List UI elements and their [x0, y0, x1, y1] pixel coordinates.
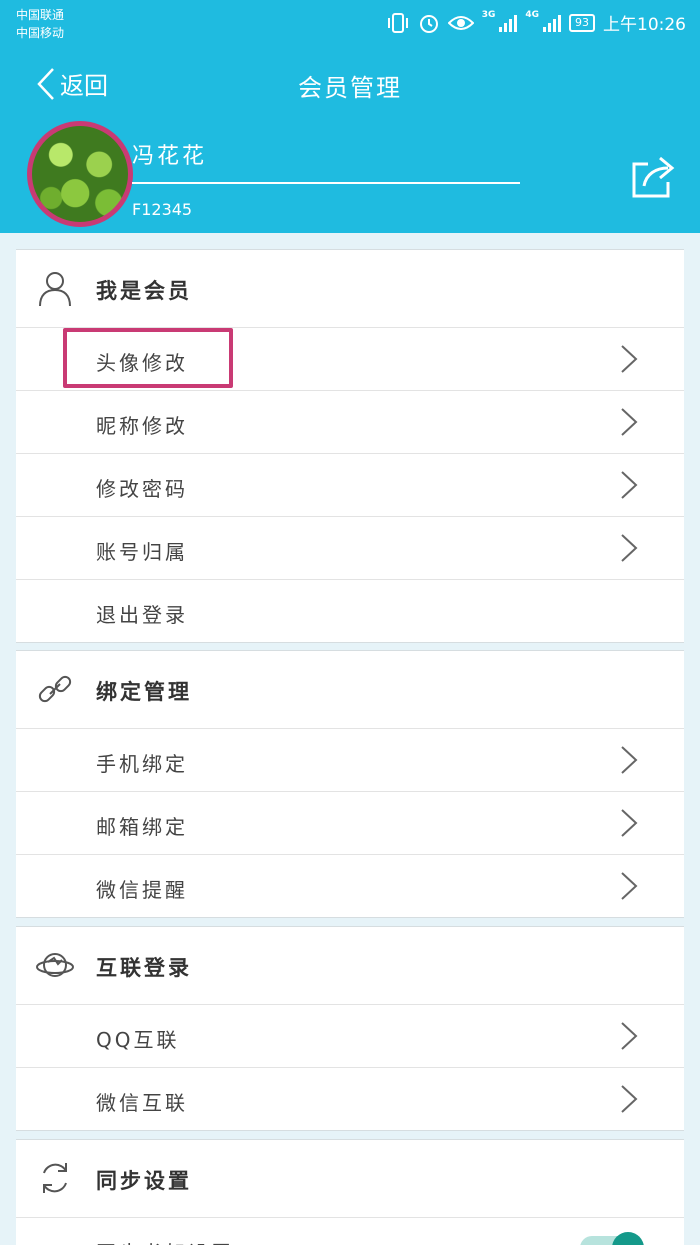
username-underline: [132, 182, 520, 184]
section-sync-header: 同步设置: [16, 1140, 684, 1218]
list-item-label: 手机绑定: [96, 752, 188, 776]
carrier-2: 中国移动: [16, 26, 65, 40]
list-item-avatar-edit[interactable]: 头像修改: [16, 328, 684, 391]
list-item-label: 昵称修改: [96, 414, 188, 438]
section-member-header: 我是会员: [16, 250, 684, 328]
list-item-nickname-edit[interactable]: 昵称修改: [16, 391, 684, 454]
planet-icon: [36, 953, 74, 977]
sync-toggle[interactable]: [578, 1228, 650, 1245]
sync-icon: [43, 1163, 67, 1193]
section-interconnect-header: 互联登录: [16, 927, 684, 1005]
list-item-account-ownership[interactable]: 账号归属: [16, 517, 684, 580]
chevron-right-icon: [621, 872, 638, 900]
list-item-label: 修改密码: [96, 477, 188, 501]
section-sync: 同步设置 同步书架设置: [16, 1139, 684, 1245]
vibrate-icon: [387, 12, 408, 33]
status-icons: 3G 4G 93 上午10:26: [386, 10, 686, 35]
list-item-sync-bookshelf[interactable]: 同步书架设置: [16, 1218, 684, 1245]
list-item-wechat-connect[interactable]: 微信互联: [16, 1068, 684, 1130]
list-item-logout[interactable]: 退出登录: [16, 580, 684, 642]
battery-indicator: 93: [569, 13, 595, 32]
share-icon[interactable]: [628, 152, 676, 200]
link-icon: [38, 675, 72, 703]
network-type-1: 3G: [481, 10, 496, 20]
chevron-right-icon: [621, 345, 638, 373]
list-item-qq-connect[interactable]: QQ互联: [16, 1005, 684, 1068]
chevron-right-icon: [621, 746, 638, 774]
chevron-right-icon: [621, 809, 638, 837]
user-id: F12345: [132, 200, 193, 219]
carrier-1: 中国联通: [16, 8, 65, 22]
list-item-label: 微信提醒: [96, 878, 188, 902]
chevron-right-icon: [621, 1085, 638, 1113]
section-title: 同步设置: [96, 1169, 192, 1193]
section-binding: 绑定管理 手机绑定 邮箱绑定 微信提醒: [16, 650, 684, 918]
user-icon: [39, 272, 71, 307]
section-binding-header: 绑定管理: [16, 651, 684, 729]
avatar[interactable]: [27, 121, 133, 227]
carrier-info: 中国联通 中国移动: [16, 6, 64, 42]
username: 冯花花: [132, 144, 208, 169]
chevron-right-icon: [621, 471, 638, 499]
chevron-right-icon: [621, 408, 638, 436]
list-item-label: 头像修改: [96, 351, 188, 375]
section-member: 我是会员 头像修改 昵称修改 修改密码 账号归属 退出登录: [16, 249, 684, 643]
eye-icon: [447, 15, 474, 30]
signal-1-icon: [499, 14, 518, 32]
page-title: 会员管理: [298, 74, 402, 102]
list-item-wechat-reminder[interactable]: 微信提醒: [16, 855, 684, 917]
list-item-change-password[interactable]: 修改密码: [16, 454, 684, 517]
list-item-label: QQ互联: [96, 1028, 180, 1052]
clock: 上午10:26: [603, 15, 686, 35]
section-title: 我是会员: [96, 279, 192, 303]
section-title: 绑定管理: [96, 680, 192, 704]
status-bar: 中国联通 中国移动 3G 4G 93 上午10:26: [0, 0, 700, 48]
list-item-label: 微信互联: [96, 1091, 188, 1115]
signal-2-icon: [543, 14, 561, 32]
section-title: 互联登录: [96, 956, 192, 980]
profile-header: 返回 会员管理 冯花花 F12345: [0, 48, 700, 233]
alarm-icon: [419, 14, 438, 33]
section-interconnect: 互联登录 QQ互联 微信互联: [16, 926, 684, 1131]
chevron-right-icon: [621, 534, 638, 562]
list-item-label: 账号归属: [96, 540, 188, 564]
list-item-email-binding[interactable]: 邮箱绑定: [16, 792, 684, 855]
network-type-2: 4G: [525, 10, 539, 20]
list-item-label: 退出登录: [96, 603, 188, 627]
chevron-right-icon: [621, 1022, 638, 1050]
list-item-phone-binding[interactable]: 手机绑定: [16, 729, 684, 792]
list-item-label: 邮箱绑定: [96, 815, 188, 839]
